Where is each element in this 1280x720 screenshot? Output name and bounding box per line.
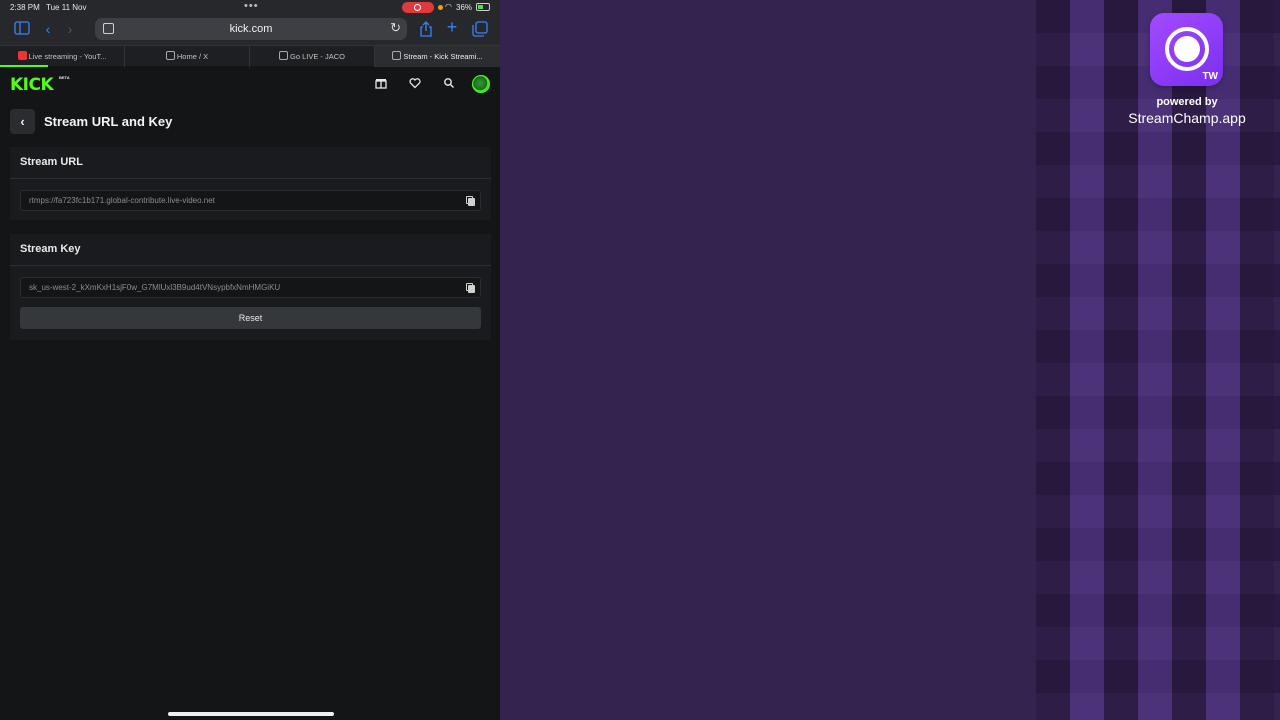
plaid-background: [1036, 0, 1280, 720]
powered-by-text: powered by: [1156, 96, 1218, 108]
heart-icon[interactable]: [408, 77, 422, 91]
tab-bar: Live streaming - YouT... Home / X Go LIV…: [0, 45, 500, 67]
tab-label: Stream - Kick Streami...: [403, 52, 483, 61]
tab-go-live[interactable]: Go LIVE - JACO: [250, 46, 375, 67]
youtube-icon: [17, 51, 27, 60]
streamchamp-app-name: StreamChamp.app: [1128, 110, 1246, 126]
status-bar: 2:38 PM Tue 11 Nov ••• ◠ 36%: [0, 0, 500, 15]
stream-key-value: sk_us-west-2_kXmKxH1sjF0w_G7MlUxl3B9ud4t…: [29, 283, 281, 292]
new-tab-icon[interactable]: +: [444, 18, 460, 36]
stream-key-heading: Stream Key: [20, 243, 81, 255]
plaid-column: [1070, 0, 1104, 720]
badge-label: TW: [1202, 71, 1218, 82]
forward-arrow-icon[interactable]: ›: [62, 21, 78, 37]
reset-button[interactable]: Reset: [20, 307, 481, 329]
address-bar[interactable]: kick.com ↻: [95, 18, 407, 40]
status-date: Tue 11 Nov: [46, 3, 87, 12]
streamchamp-logo: TW: [1150, 13, 1223, 86]
stream-url-panel: Stream URL rtmps://fa723fc1b171.global-c…: [10, 147, 491, 220]
beta-badge: BETA: [59, 75, 70, 80]
battery-percent: 36%: [456, 3, 473, 12]
multitasking-dots-icon[interactable]: •••: [244, 0, 259, 12]
plaid-column: [1036, 0, 1070, 720]
tab-label: Home / X: [176, 52, 209, 61]
status-time: 2:38 PM: [10, 3, 40, 12]
gift-icon[interactable]: [374, 77, 388, 91]
sidebar-icon[interactable]: [14, 21, 30, 37]
kick-logo[interactable]: KICK: [10, 75, 54, 95]
battery-icon: [476, 3, 490, 11]
divider: [10, 178, 491, 179]
tab-x[interactable]: Home / X: [125, 46, 250, 67]
stream-key-field[interactable]: sk_us-west-2_kXmKxH1sjF0w_G7MlUxl3B9ud4t…: [20, 277, 481, 298]
plaid-column: [1104, 0, 1138, 720]
stream-url-value: rtmps://fa723fc1b171.global-contribute.l…: [29, 196, 215, 205]
avatar[interactable]: [472, 75, 490, 93]
tab-label: Go LIVE - JACO: [289, 52, 346, 61]
plaid-column: [1206, 0, 1240, 720]
screen-recording-icon: [402, 2, 434, 13]
plaid-column: [1240, 0, 1274, 720]
stream-url-heading: Stream URL: [20, 156, 83, 168]
tab-youtube[interactable]: Live streaming - YouT...: [0, 46, 125, 67]
tab-label: Live streaming - YouT...: [28, 52, 107, 61]
site-header: KICK BETA: [0, 67, 500, 101]
copy-icon[interactable]: [466, 283, 475, 293]
kick-icon: [392, 51, 402, 60]
record-icon: [1165, 27, 1209, 71]
share-icon[interactable]: [418, 21, 434, 37]
copy-icon[interactable]: [466, 196, 475, 206]
wifi-icon: ◠: [445, 2, 452, 11]
plaid-column: [1172, 0, 1206, 720]
tab-overview-icon[interactable]: [472, 21, 488, 37]
page-title: Stream URL and Key: [44, 114, 173, 129]
mic-indicator-icon: [438, 5, 443, 10]
address-text: kick.com: [229, 23, 273, 35]
home-indicator: [168, 712, 334, 716]
page-icon: [278, 51, 288, 60]
reload-icon[interactable]: ↻: [390, 20, 401, 36]
back-arrow-icon[interactable]: ‹: [40, 21, 56, 37]
page-header: ‹ Stream URL and Key: [10, 109, 490, 135]
x-icon: [165, 51, 175, 60]
search-icon[interactable]: [442, 77, 456, 91]
stream-url-field[interactable]: rtmps://fa723fc1b171.global-contribute.l…: [20, 190, 481, 211]
browser-toolbar: ‹ › kick.com ↻ +: [0, 15, 500, 45]
back-button[interactable]: ‹: [10, 109, 35, 134]
browser-window: 2:38 PM Tue 11 Nov ••• ◠ 36% ‹ › kick.co…: [0, 0, 500, 720]
stream-key-panel: Stream Key sk_us-west-2_kXmKxH1sjF0w_G7M…: [10, 234, 491, 340]
divider: [10, 265, 491, 266]
tab-kick-active[interactable]: Stream - Kick Streami...: [375, 46, 500, 67]
plaid-column: [1138, 0, 1172, 720]
